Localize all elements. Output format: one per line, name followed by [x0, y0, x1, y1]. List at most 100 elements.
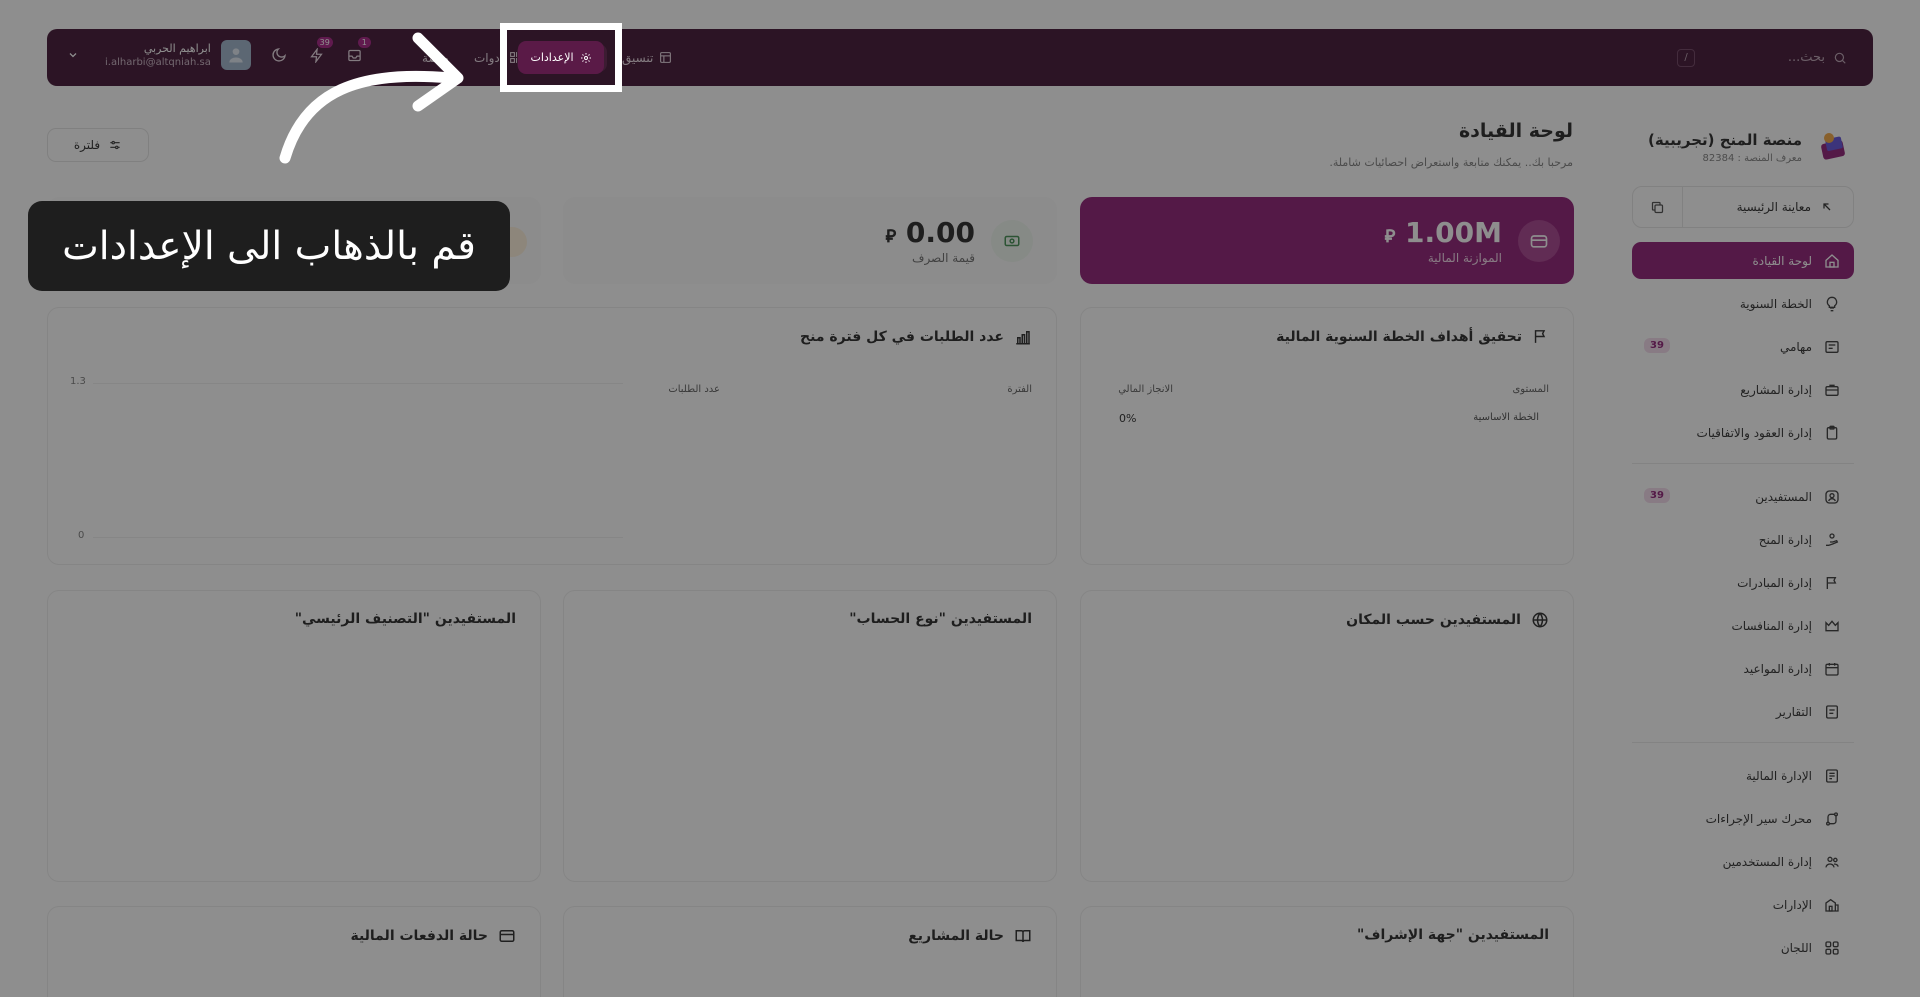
brand: منصة المنح (تجريبية) معرف المنصة : 82384	[1632, 130, 1854, 164]
hand-icon	[1826, 532, 1839, 546]
stat-spend: ⃁ 0.00 قيمة الصرف	[563, 197, 1057, 284]
copy-icon	[1651, 201, 1664, 213]
user-email: i.alharbi@altqniah.sa	[105, 57, 211, 68]
highlight-frame	[500, 23, 622, 92]
sidebar-item-competitions[interactable]: إدارة المنافسات	[1632, 607, 1854, 644]
sidebar-item-label: الإدارات	[1772, 897, 1812, 912]
beneficiaries-category-header: المستفيدين "التصنيف الرئيسي"	[295, 611, 516, 627]
stat-spend-value: 0.00	[905, 216, 975, 249]
sidebar-item-appointments[interactable]: إدارة المواعيد	[1632, 650, 1854, 687]
filter-label: فلترة	[73, 138, 101, 152]
sidebar-item-label: مهامي	[1779, 339, 1812, 354]
sidebar-divider	[1632, 463, 1854, 464]
sidebar-divider	[1632, 742, 1854, 743]
grid-line-bottom	[93, 537, 623, 538]
card-icon	[499, 930, 515, 942]
beneficiaries-supervisor-title: المستفيدين "جهة الإشراف"	[1356, 927, 1549, 943]
y-axis-max: 1.3	[70, 376, 86, 387]
sidebar-item-finance[interactable]: الإدارة المالية	[1632, 757, 1854, 794]
arrow-up-left-icon	[1823, 203, 1831, 211]
sidebar-item-label: اللجان	[1780, 940, 1812, 955]
beneficiaries-account-card: المستفيدين "نوع الحساب"	[563, 590, 1057, 882]
stat-budget: ⃁ 1.00M الموازنة المالية	[1080, 197, 1574, 284]
sidebar-item-departments[interactable]: الإدارات	[1632, 886, 1854, 923]
plan-row-value: 0%	[1119, 412, 1137, 425]
annual-plan-card-title: تحقيق أهداف الخطة السنوية المالية	[1276, 328, 1522, 345]
preview-box: معاينة الرئيسية	[1632, 186, 1854, 228]
tab-layout[interactable]: تنسيق	[612, 51, 682, 65]
sidebar-item-label: محرك سير الإجراءات	[1705, 811, 1812, 826]
riyal-icon: ⃁	[1384, 226, 1396, 247]
crown-icon	[1825, 619, 1839, 631]
filter-button[interactable]: فلترة	[47, 128, 149, 162]
beneficiaries-supervisor-header: المستفيدين "جهة الإشراف"	[1357, 927, 1549, 943]
sidebar-item-label: إدارة المشاريع	[1740, 382, 1812, 397]
tasks-icon	[1825, 340, 1839, 353]
pointer-arrow-icon	[279, 32, 464, 164]
sidebar-list: لوحة القيادة الخطة السنوية مهامي 39 إدار…	[1632, 242, 1854, 966]
search-icon	[1834, 52, 1846, 64]
user-info: ابراهيم الحربي i.alharbi@altqniah.sa	[105, 42, 211, 68]
apps-icon	[1825, 940, 1839, 955]
sidebar-item-tasks[interactable]: مهامي 39	[1632, 328, 1854, 365]
sidebar-item-grants[interactable]: إدارة المنح	[1632, 521, 1854, 558]
sidebar-item-label: إدارة المستخدمين	[1722, 854, 1812, 869]
chart-icon	[1016, 331, 1030, 345]
brand-title: منصة المنح (تجريبية)	[1648, 130, 1802, 149]
sidebar-item-label: إدارة المواعيد	[1743, 661, 1812, 676]
logo-icon	[1821, 133, 1845, 160]
page-title: لوحة القيادة	[1458, 120, 1573, 142]
search-shortcut: /	[1677, 48, 1695, 67]
stat-budget-value-row: ⃁ 1.00M	[1385, 216, 1502, 249]
sidebar-item-label: إدارة المبادرات	[1737, 575, 1812, 590]
sidebar-item-beneficiaries[interactable]: المستفيدين 39	[1632, 478, 1854, 515]
beneficiaries-supervisor-card: المستفيدين "جهة الإشراف"	[1080, 906, 1574, 997]
person-icon	[229, 48, 243, 63]
sidebar-item-workflow[interactable]: محرك سير الإجراءات	[1632, 800, 1854, 837]
sidebar-item-projects[interactable]: إدارة المشاريع	[1632, 371, 1854, 408]
flag-icon	[1534, 330, 1546, 343]
globe-icon	[1532, 612, 1548, 628]
tab-tools-label: أدوات	[474, 50, 504, 65]
brand-id: معرف المنصة : 82384	[1702, 152, 1802, 164]
copy-button[interactable]	[1633, 187, 1683, 227]
col-count: عدد الطلبات	[668, 384, 720, 395]
beneficiaries-location-header: المستفيدين حسب المكان	[1346, 611, 1549, 629]
user-menu[interactable]: ابراهيم الحربي i.alharbi@altqniah.sa	[105, 40, 251, 70]
sidebar-item-initiatives[interactable]: إدارة المبادرات	[1632, 564, 1854, 601]
calendar-icon	[1825, 662, 1839, 676]
preview-label: معاينة الرئيسية	[1736, 200, 1811, 214]
preview-home-link[interactable]: معاينة الرئيسية	[1683, 200, 1853, 214]
sidebar-item-dashboard[interactable]: لوحة القيادة	[1632, 242, 1854, 279]
chevron-down-icon[interactable]	[67, 49, 79, 61]
tab-layout-label: تنسيق	[622, 50, 654, 65]
stat-budget-value: 1.00M	[1405, 216, 1502, 249]
sidebar-item-committees[interactable]: اللجان	[1632, 929, 1854, 966]
sidebar-item-contracts[interactable]: إدارة العقود والاتفاقيات	[1632, 414, 1854, 451]
stat-budget-label: الموازنة المالية	[1427, 251, 1502, 265]
col-level: المستوى	[1512, 384, 1549, 395]
stat-spend-icon-wrap	[991, 219, 1033, 262]
sidebar: منصة المنح (تجريبية) معرف المنصة : 82384…	[1632, 130, 1854, 972]
payments-status-card: حالة الدفعات المالية	[47, 906, 541, 997]
sliders-icon	[110, 140, 120, 150]
payments-status-header: حالة الدفعات المالية	[350, 927, 516, 945]
beneficiaries-location-card: المستفيدين حسب المكان	[1080, 590, 1574, 882]
page-subtitle: مرحبا بك.. يمكنك متابعة واستعراض احصائيا…	[1329, 156, 1573, 169]
plan-row: الخطة الاساسية 0%	[1105, 412, 1549, 436]
sidebar-item-users[interactable]: إدارة المستخدمين	[1632, 843, 1854, 880]
projects-status-header: حالة المشاريع	[908, 927, 1032, 945]
sidebar-item-reports[interactable]: التقارير	[1632, 693, 1854, 730]
beneficiaries-badge: 39	[1644, 488, 1670, 503]
tasks-badge: 39	[1644, 338, 1670, 353]
user-circle-icon	[1825, 489, 1839, 504]
sidebar-item-label: التقارير	[1775, 704, 1812, 719]
route-icon	[1826, 811, 1838, 826]
search-box[interactable]: بحث... /	[1677, 48, 1847, 67]
col-period: الفترة	[1007, 384, 1032, 395]
sidebar-item-label: الإدارة المالية	[1745, 768, 1812, 783]
sidebar-item-annual-plan[interactable]: الخطة السنوية	[1632, 285, 1854, 322]
sidebar-item-label: الخطة السنوية	[1739, 296, 1812, 311]
beneficiaries-account-header: المستفيدين "نوع الحساب"	[849, 611, 1032, 627]
y-axis-min: 0	[78, 530, 85, 541]
